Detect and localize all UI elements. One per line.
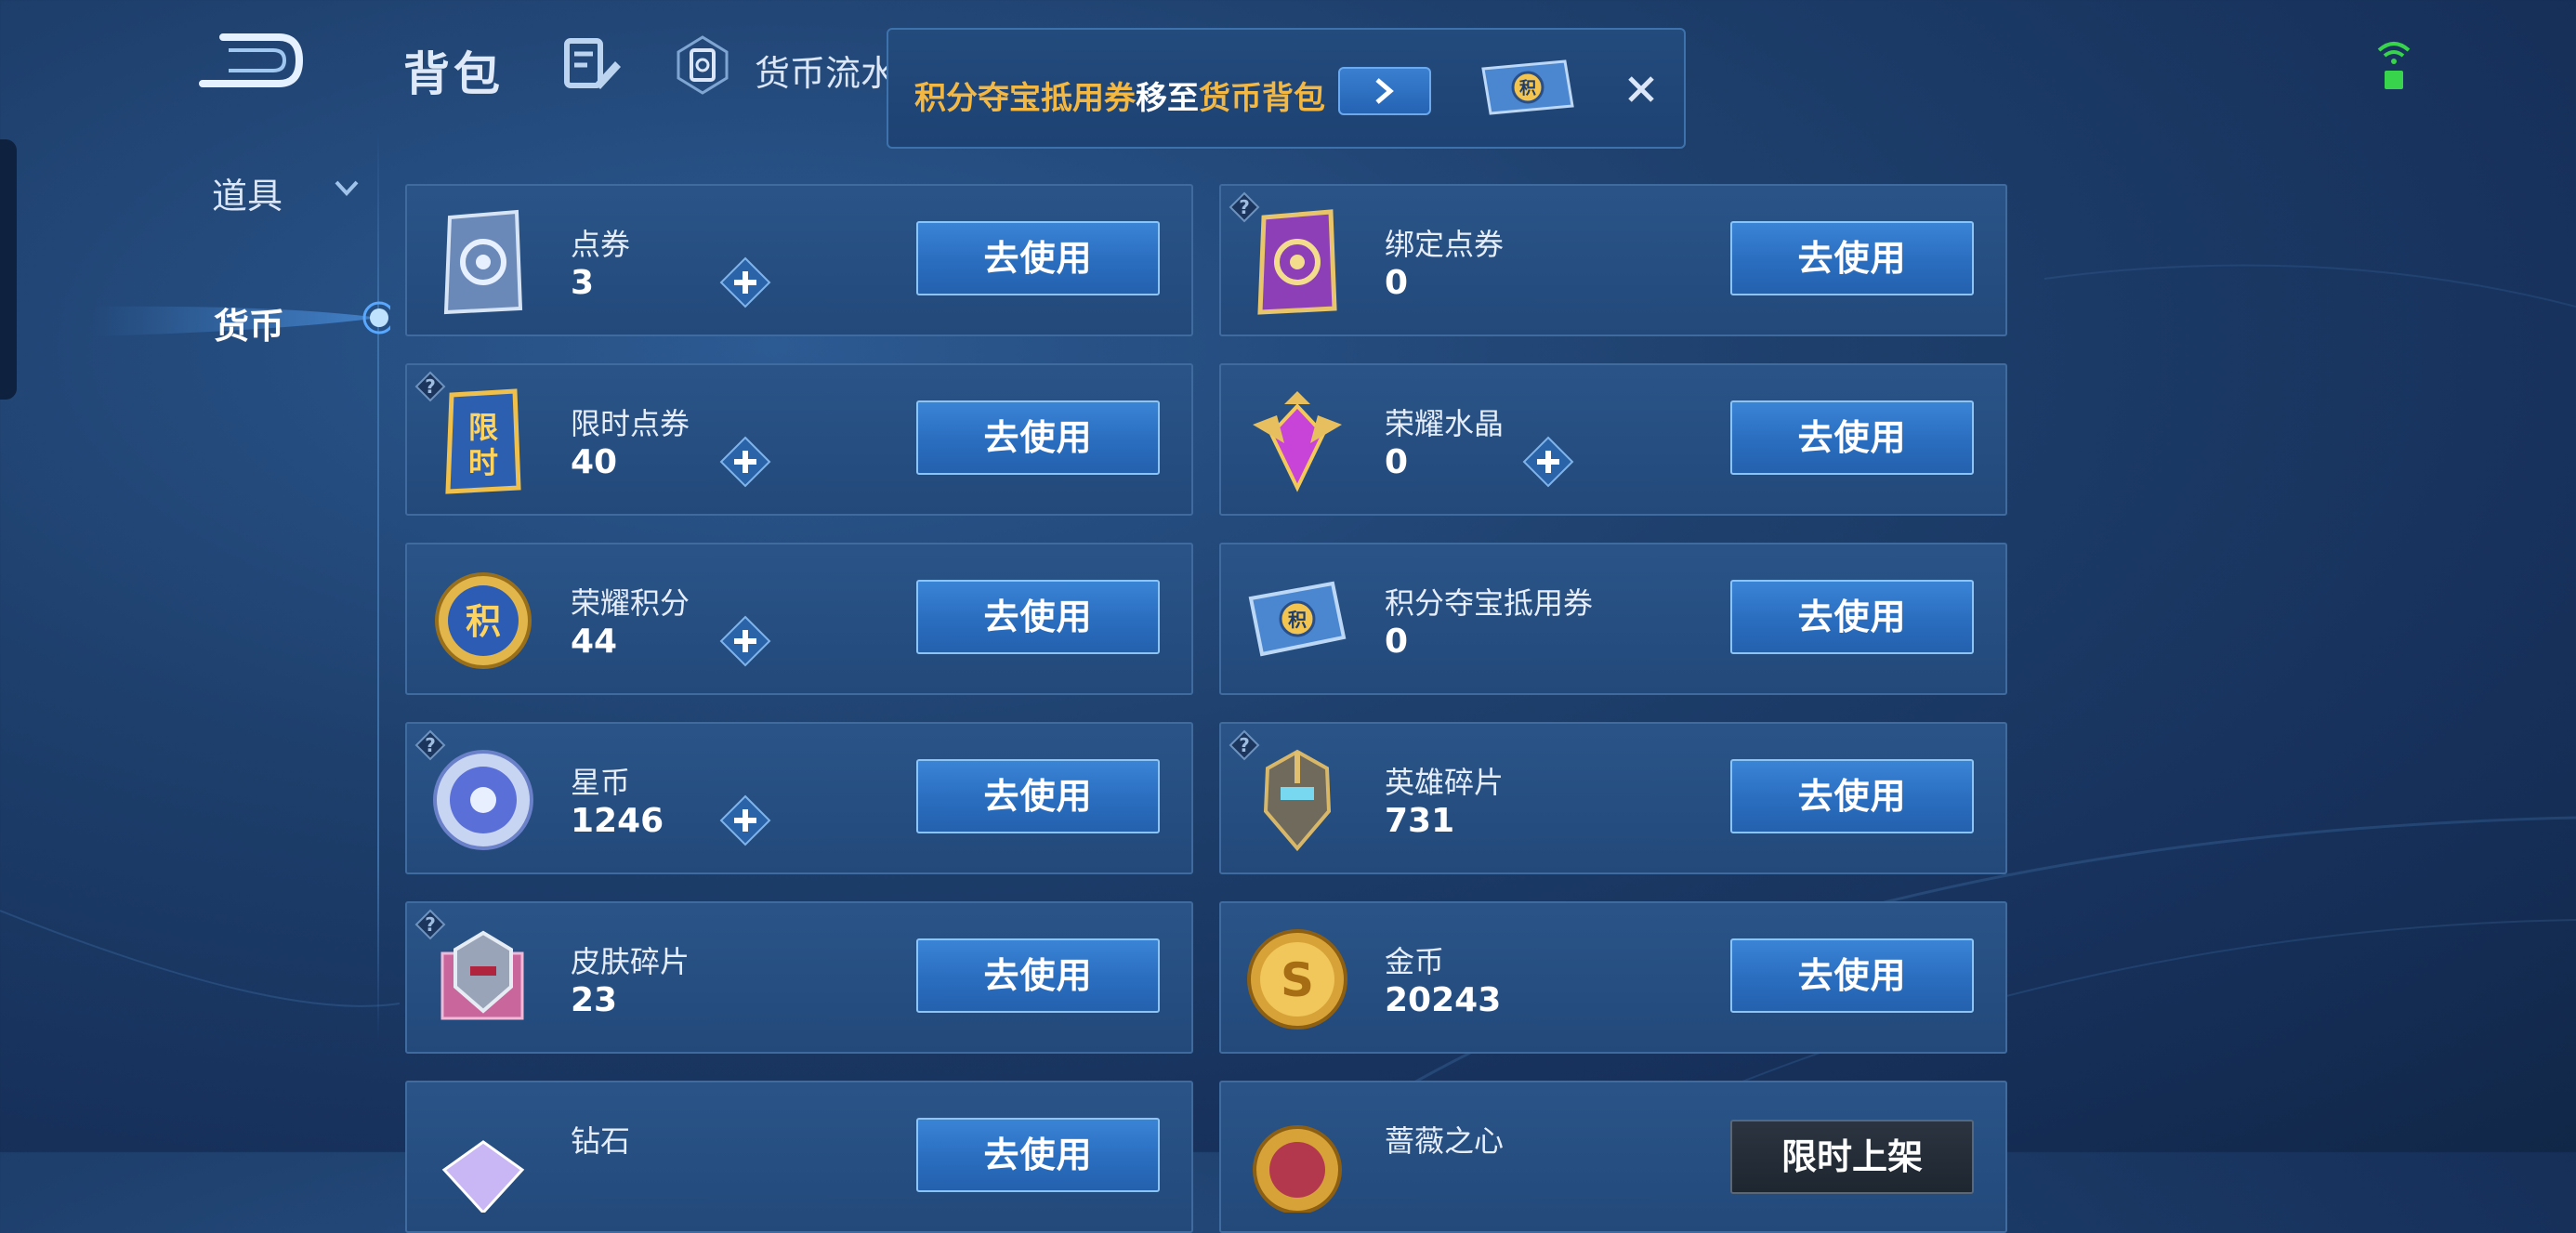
- svg-text:时: 时: [468, 445, 498, 480]
- use-button[interactable]: 去使用: [1730, 221, 1974, 295]
- currency-item-icon[interactable]: 积: [1243, 567, 1351, 675]
- add-currency-icon[interactable]: [717, 434, 773, 490]
- currency-card: 荣耀水晶 0 去使用: [1219, 363, 2007, 516]
- use-button[interactable]: 去使用: [916, 400, 1160, 475]
- page-title: 背包: [403, 47, 504, 101]
- use-button[interactable]: 去使用: [916, 759, 1160, 833]
- wifi-signal-icon: [2377, 42, 2411, 89]
- currency-card: S 金币 20243 去使用: [1219, 901, 2007, 1054]
- currency-count: 3: [571, 264, 595, 302]
- add-currency-icon[interactable]: [717, 613, 773, 669]
- toast-destination: 货币背包: [1199, 80, 1325, 117]
- currency-item-icon[interactable]: [1243, 208, 1351, 316]
- toast-verb: 移至: [1136, 80, 1199, 117]
- currency-card: 钻石 去使用: [405, 1081, 1193, 1233]
- svg-text:积: 积: [1519, 79, 1536, 98]
- use-button[interactable]: 去使用: [916, 221, 1160, 295]
- currency-count: 0: [1385, 443, 1409, 481]
- toast-item-name: 积分夺宝抵用券: [914, 80, 1136, 117]
- chevron-down-icon[interactable]: [333, 177, 361, 199]
- add-currency-icon[interactable]: [717, 793, 773, 848]
- currency-item-icon[interactable]: [1243, 387, 1351, 495]
- currency-count: 44: [571, 623, 618, 661]
- currency-card: 限时? 限时点券 40 去使用: [405, 363, 1193, 516]
- help-icon[interactable]: ?: [1229, 191, 1260, 223]
- use-button[interactable]: 去使用: [1730, 938, 1974, 1013]
- ticket-icon: 积: [1481, 59, 1574, 115]
- use-button[interactable]: 去使用: [916, 580, 1160, 654]
- currency-item-icon[interactable]: 积: [429, 567, 537, 675]
- currency-count: 23: [571, 981, 618, 1019]
- svg-text:?: ?: [1239, 196, 1250, 218]
- svg-text:积: 积: [466, 601, 501, 642]
- currency-name: 英雄碎片: [1385, 765, 1505, 800]
- currency-ledger-link[interactable]: 货币流水: [755, 45, 896, 96]
- currency-count: 1246: [571, 802, 664, 840]
- use-button[interactable]: 去使用: [916, 1118, 1160, 1192]
- currency-item-icon[interactable]: [429, 746, 537, 854]
- currency-name: 金币: [1385, 944, 1445, 979]
- svg-text:?: ?: [425, 734, 436, 756]
- currency-name: 荣耀积分: [571, 585, 690, 621]
- add-currency-icon[interactable]: [717, 255, 773, 310]
- currency-name: 积分夺宝抵用券: [1385, 585, 1594, 621]
- use-button[interactable]: 去使用: [1730, 400, 1974, 475]
- help-icon[interactable]: ?: [414, 371, 446, 402]
- currency-item-icon[interactable]: S: [1243, 925, 1351, 1033]
- svg-text:积: 积: [1288, 609, 1307, 631]
- close-icon[interactable]: [1623, 71, 1660, 108]
- use-button[interactable]: 去使用: [1730, 759, 1974, 833]
- svg-text:?: ?: [425, 913, 436, 936]
- currency-card: ? 星币 1246 去使用: [405, 722, 1193, 874]
- currency-ledger-icon[interactable]: [675, 35, 730, 95]
- currency-card: 积 荣耀积分 44 去使用: [405, 543, 1193, 695]
- currency-count: 731: [1385, 802, 1455, 840]
- currency-name: 绑定点券: [1385, 227, 1505, 262]
- svg-text:?: ?: [425, 375, 436, 398]
- currency-card: ? 皮肤碎片 23 去使用: [405, 901, 1193, 1054]
- currency-item-icon[interactable]: [1243, 746, 1351, 854]
- currency-item-icon[interactable]: [1243, 1105, 1351, 1213]
- help-icon[interactable]: ?: [414, 909, 446, 940]
- back-button[interactable]: [195, 28, 307, 93]
- currency-name: 皮肤碎片: [571, 944, 690, 979]
- svg-text:S: S: [1281, 953, 1314, 1007]
- currency-item-icon[interactable]: [429, 208, 537, 316]
- limited-time-badge: 限时上架: [1730, 1120, 1974, 1194]
- currency-name: 限时点券: [571, 406, 690, 441]
- currency-count: 0: [1385, 264, 1409, 302]
- currency-card: ? 绑定点券 0 去使用: [1219, 184, 2007, 336]
- svg-text:?: ?: [1239, 734, 1250, 756]
- currency-item-icon[interactable]: [429, 925, 537, 1033]
- currency-count: 20243: [1385, 981, 1502, 1019]
- help-icon[interactable]: ?: [1229, 729, 1260, 761]
- currency-name: 钻石: [571, 1123, 631, 1159]
- currency-card: 积 积分夺宝抵用券 0 去使用: [1219, 543, 2007, 695]
- currency-name: 荣耀水晶: [1385, 406, 1505, 441]
- sidebar-divider: [377, 130, 379, 1041]
- use-button[interactable]: 去使用: [916, 938, 1160, 1013]
- help-icon[interactable]: ?: [414, 729, 446, 761]
- currency-name: 星币: [571, 765, 631, 800]
- currency-name: 点券: [571, 227, 631, 262]
- sidebar-item-items[interactable]: 道具: [212, 167, 283, 218]
- edit-icon[interactable]: [563, 37, 623, 93]
- currency-card: ? 英雄碎片 731 去使用: [1219, 722, 2007, 874]
- currency-card: 蔷薇之心 限时上架: [1219, 1081, 2007, 1233]
- currency-item-icon[interactable]: 限时: [429, 387, 537, 495]
- toast-go-button[interactable]: [1338, 67, 1431, 115]
- left-edge-tab: [0, 139, 17, 400]
- currency-card: 点券 3 去使用: [405, 184, 1193, 336]
- add-currency-icon[interactable]: [1520, 434, 1576, 490]
- currency-item-icon[interactable]: [429, 1105, 537, 1213]
- currency-name: 蔷薇之心: [1385, 1123, 1505, 1159]
- currency-count: 0: [1385, 623, 1409, 661]
- toast-message: 积分夺宝抵用券移至货币背包: [914, 72, 1325, 118]
- sidebar-item-currency[interactable]: 货币: [214, 297, 284, 348]
- svg-text:限: 限: [468, 410, 498, 445]
- notification-toast: 积分夺宝抵用券移至货币背包 积: [887, 28, 1686, 149]
- currency-count: 40: [571, 443, 618, 481]
- use-button[interactable]: 去使用: [1730, 580, 1974, 654]
